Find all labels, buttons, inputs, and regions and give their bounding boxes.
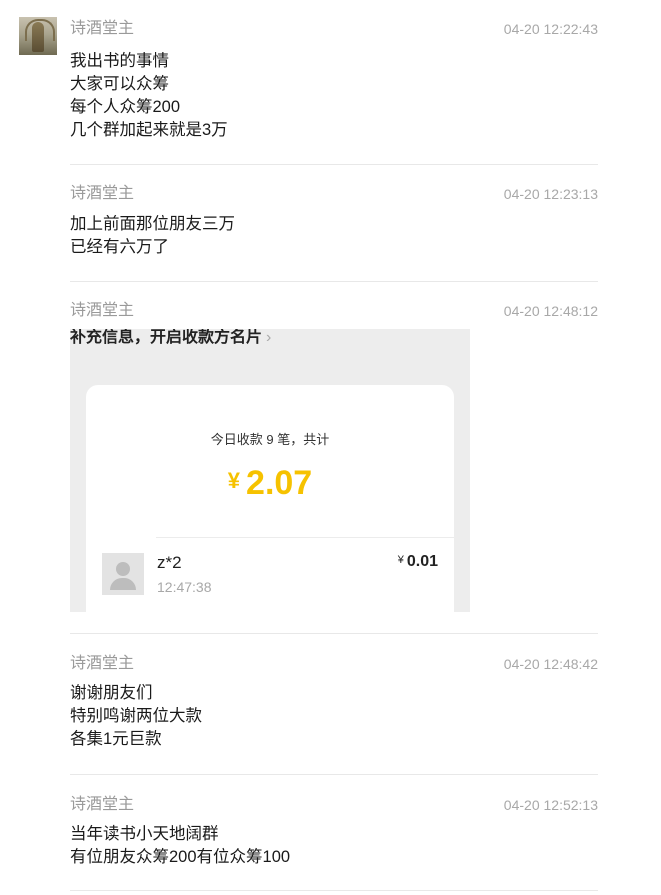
image-message[interactable]: 补充信息，开启收款方名片 › 今日收款 9 笔，共计 ¥2.07 z*2 12:4… [70, 329, 470, 612]
message-line: 每个人众筹200 [70, 98, 181, 116]
chat-message: 诗酒堂主 04-20 12:48:12 [70, 301, 598, 325]
message-divider [70, 164, 598, 165]
panel-divider [156, 537, 454, 538]
message-divider [70, 890, 598, 891]
message-line: 我出书的事情 [70, 52, 169, 70]
message-divider [70, 633, 598, 634]
message-line: 当年读书小天地阔群 [70, 825, 219, 843]
avatar-head-shape [116, 562, 130, 576]
message-text: 当年读书小天地阔群 有位朋友众筹200有位众筹100 [70, 823, 290, 869]
message-timestamp: 04-20 12:23:13 [503, 186, 598, 202]
message-line: 有位朋友众筹200有位众筹100 [70, 848, 291, 866]
sender-name[interactable]: 诗酒堂主 [70, 301, 134, 321]
chevron-right-icon: › [266, 329, 272, 346]
message-divider [70, 774, 598, 775]
message-line: 加上前面那位朋友三万 [70, 215, 235, 233]
default-avatar-icon [102, 553, 144, 595]
payer-time: 12:47:38 [157, 579, 212, 595]
sender-name[interactable]: 诗酒堂主 [70, 795, 134, 815]
message-line: 大家可以众筹 [70, 75, 169, 93]
total-amount-value: 2.07 [246, 464, 313, 502]
total-amount: ¥2.07 [86, 461, 454, 503]
message-timestamp: 04-20 12:48:42 [503, 656, 598, 672]
payer-amount: ¥0.01 [398, 553, 438, 571]
message-timestamp: 04-20 12:52:13 [503, 797, 598, 813]
avatar-statue-graphic [32, 22, 44, 52]
currency-symbol: ¥ [227, 468, 241, 493]
message-line: 特别鸣谢两位大款 [70, 707, 202, 725]
sender-name[interactable]: 诗酒堂主 [70, 19, 134, 39]
chat-message: 诗酒堂主 04-20 12:52:13 当年读书小天地阔群 有位朋友众筹200有… [70, 795, 598, 875]
image-header-label: 补充信息，开启收款方名片 [70, 329, 263, 346]
chat-message: 诗酒堂主 04-20 12:23:13 加上前面那位朋友三万 已经有六万了 [70, 184, 598, 264]
message-line: 谢谢朋友们 [70, 684, 153, 702]
message-text: 谢谢朋友们 特别鸣谢两位大款 各集1元巨款 [70, 682, 202, 751]
message-line: 各集1元巨款 [70, 730, 162, 748]
chat-message: 诗酒堂主 04-20 12:22:43 我出书的事情 大家可以众筹 每个人众筹2… [70, 19, 598, 149]
message-text: 加上前面那位朋友三万 已经有六万了 [70, 213, 235, 259]
sender-name[interactable]: 诗酒堂主 [70, 184, 134, 204]
message-line: 已经有六万了 [70, 238, 169, 256]
message-text: 我出书的事情 大家可以众筹 每个人众筹200 几个群加起来就是3万 [70, 50, 228, 142]
payment-summary-card: 今日收款 9 笔，共计 ¥2.07 z*2 12:47:38 ¥0.01 [86, 385, 454, 612]
avatar-body-shape [110, 578, 136, 590]
message-line: 几个群加起来就是3万 [70, 121, 228, 139]
image-header-text: 补充信息，开启收款方名片 › [70, 329, 271, 347]
sender-name[interactable]: 诗酒堂主 [70, 654, 134, 674]
today-receipts-label: 今日收款 9 笔，共计 [210, 432, 330, 447]
chat-message: 诗酒堂主 04-20 12:48:42 谢谢朋友们 特别鸣谢两位大款 各集1元巨… [70, 654, 598, 759]
payer-name: z*2 [157, 553, 182, 572]
message-timestamp: 04-20 12:22:43 [503, 21, 598, 37]
currency-symbol: ¥ [397, 554, 404, 566]
payer-amount-value: 0.01 [406, 553, 438, 570]
message-divider [70, 281, 598, 282]
sender-avatar[interactable] [19, 17, 57, 55]
message-timestamp: 04-20 12:48:12 [503, 303, 598, 319]
